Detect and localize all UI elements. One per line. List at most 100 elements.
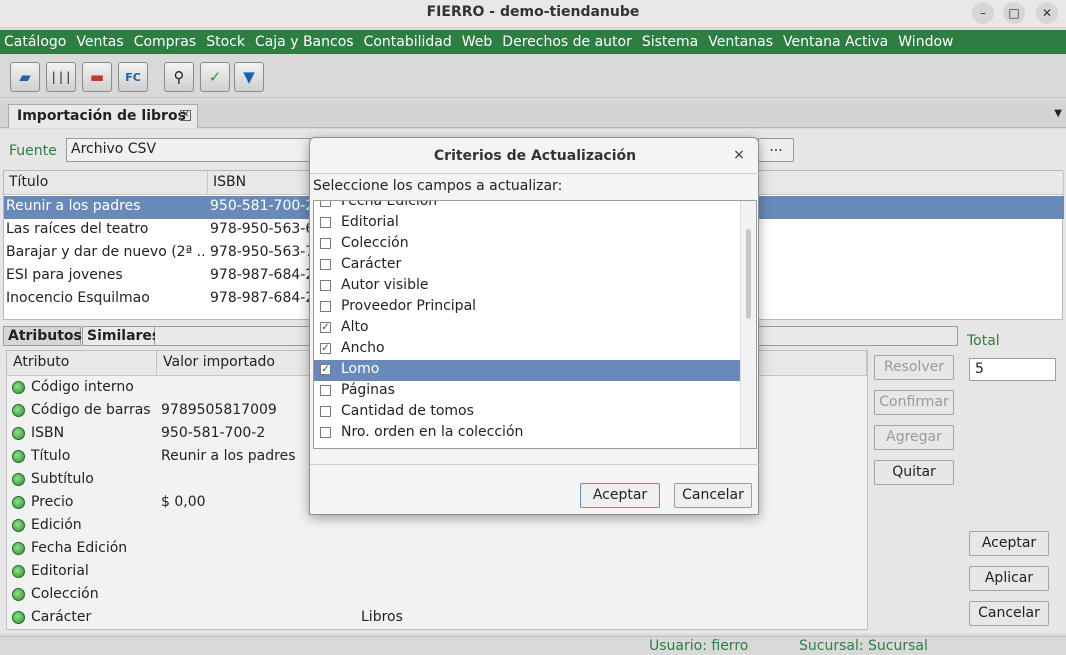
fc-icon[interactable]: FC (118, 62, 148, 92)
item-label: Alto (341, 319, 369, 335)
list-item[interactable]: Nro. orden en la colección (314, 423, 740, 444)
search-icon[interactable]: ⚲ (164, 62, 194, 92)
cell-titulo: Inocencio Esquilmao (6, 290, 150, 306)
close-icon[interactable]: × (730, 146, 748, 164)
menu-ventanas[interactable]: Ventanas (708, 34, 773, 50)
item-label: Cantidad de tomos (341, 403, 474, 419)
aceptar-button[interactable]: Aceptar (969, 531, 1049, 556)
list-item[interactable]: Cantidad de tomos (314, 402, 740, 423)
truck-icon[interactable]: ▬ (82, 62, 112, 92)
attribute-value: Reunir a los padres (161, 448, 296, 464)
window-title: FIERRO - demo-tiendanube (426, 4, 640, 20)
menu-bar: Catálogo Ventas Compras Stock Caja y Ban… (0, 30, 1066, 54)
column-header-titulo[interactable]: Título (4, 171, 208, 195)
item-label: Páginas (341, 382, 395, 398)
menu-caja-y-bancos[interactable]: Caja y Bancos (255, 34, 354, 50)
resolver-button[interactable]: Resolver (874, 355, 954, 380)
checkbox[interactable] (320, 385, 331, 396)
attribute-name: Precio (31, 494, 74, 510)
list-item[interactable]: Fecha Edición (314, 201, 740, 213)
tabs-dropdown-icon[interactable]: ▼ (1054, 108, 1062, 119)
checkbox[interactable] (320, 201, 331, 207)
agregar-button[interactable]: Agregar (874, 425, 954, 450)
book-icon[interactable]: ▰ (10, 62, 40, 92)
status-ok-icon (12, 519, 25, 532)
menu-sistema[interactable]: Sistema (642, 34, 698, 50)
table-row[interactable]: Editorial (7, 561, 867, 584)
menu-stock[interactable]: Stock (206, 34, 245, 50)
checkbox-checked[interactable]: ✓ (320, 322, 331, 333)
aplicar-button[interactable]: Aplicar (969, 566, 1049, 591)
bucket-icon[interactable]: ▼ (234, 62, 264, 92)
confirmar-button[interactable]: Confirmar (874, 390, 954, 415)
tab-similares[interactable]: Similares (82, 326, 160, 346)
table-row[interactable]: Colección (7, 584, 867, 607)
list-item[interactable]: Proveedor Principal (314, 297, 740, 318)
attribute-name: ISBN (31, 425, 65, 441)
list-item[interactable]: Autor visible (314, 276, 740, 297)
menu-ventana-activa[interactable]: Ventana Activa (783, 34, 888, 50)
quitar-button[interactable]: Quitar (874, 460, 954, 485)
checkbox[interactable] (320, 238, 331, 249)
list-item[interactable]: Editorial (314, 213, 740, 234)
attribute-extra-value: Libros (361, 609, 403, 625)
fuente-label: Fuente (9, 143, 57, 159)
cell-isbn: 978-987-684-29 (210, 290, 324, 306)
table-row[interactable]: Carácter Libros (7, 607, 867, 630)
list-item[interactable]: Carácter (314, 255, 740, 276)
total-field[interactable]: 5 (969, 358, 1056, 381)
checkbox[interactable] (320, 217, 331, 228)
status-ok-icon (12, 404, 25, 417)
document-tabs: Importación de libros ✕ ▼ (0, 102, 1066, 128)
attribute-name: Editorial (31, 563, 89, 579)
tab-atributos[interactable]: Atributos (3, 326, 82, 346)
checkbox[interactable] (320, 427, 331, 438)
menu-derechos-de-autor[interactable]: Derechos de autor (502, 34, 632, 50)
attribute-name: Fecha Edición (31, 540, 128, 556)
close-tab-icon[interactable]: ✕ (180, 110, 191, 121)
checkbox[interactable] (320, 259, 331, 270)
cell-isbn: 950-581-700-2 (210, 198, 315, 214)
cancelar-button[interactable]: Cancelar (969, 601, 1049, 626)
dialog-separator (310, 464, 760, 465)
minimize-button[interactable]: – (972, 2, 994, 24)
list-item[interactable]: ✓ Alto (314, 318, 740, 339)
column-header-atributo[interactable]: Atributo (7, 351, 157, 376)
check-icon[interactable]: ✓ (200, 62, 230, 92)
status-sucursal: Sucursal: Sucursal (799, 638, 928, 654)
fuente-select[interactable]: Archivo CSV (66, 138, 336, 162)
list-item[interactable]: ✓ Ancho (314, 339, 740, 360)
barcode-icon[interactable]: ||| (46, 62, 76, 92)
attribute-name: Subtítulo (31, 471, 94, 487)
checkbox-checked[interactable]: ✓ (320, 343, 331, 354)
cell-titulo: Reunir a los padres (6, 198, 141, 214)
checkbox[interactable] (320, 280, 331, 291)
checkbox[interactable] (320, 406, 331, 417)
status-ok-icon (12, 588, 25, 601)
maximize-button[interactable]: □ (1003, 2, 1025, 24)
list-item-selected[interactable]: ✓ Lomo (314, 360, 740, 381)
update-criteria-dialog: Criterios de Actualización × Seleccione … (309, 137, 760, 515)
checkbox[interactable] (320, 301, 331, 312)
menu-window[interactable]: Window (898, 34, 953, 50)
menu-catalogo[interactable]: Catálogo (4, 34, 66, 50)
menu-contabilidad[interactable]: Contabilidad (364, 34, 452, 50)
dialog-accept-button[interactable]: Aceptar (580, 483, 660, 508)
table-row[interactable]: Edición (7, 515, 867, 538)
table-row[interactable]: Fecha Edición (7, 538, 867, 561)
tab-importacion-de-libros[interactable]: Importación de libros ✕ (8, 104, 198, 128)
scrollbar-thumb[interactable] (746, 229, 751, 319)
close-window-button[interactable]: ✕ (1036, 2, 1058, 24)
checkbox-checked[interactable]: ✓ (320, 364, 331, 375)
list-item[interactable]: Colección (314, 234, 740, 255)
item-label: Autor visible (341, 277, 429, 293)
menu-compras[interactable]: Compras (134, 34, 197, 50)
list-item[interactable]: Páginas (314, 381, 740, 402)
menu-ventas[interactable]: Ventas (76, 34, 123, 50)
dialog-cancel-button[interactable]: Cancelar (674, 483, 752, 508)
list-scrollbar[interactable] (740, 201, 756, 448)
item-label: Proveedor Principal (341, 298, 477, 314)
browse-button[interactable]: ... (758, 138, 794, 162)
menu-web[interactable]: Web (462, 34, 493, 50)
item-label: Colección (341, 235, 409, 251)
